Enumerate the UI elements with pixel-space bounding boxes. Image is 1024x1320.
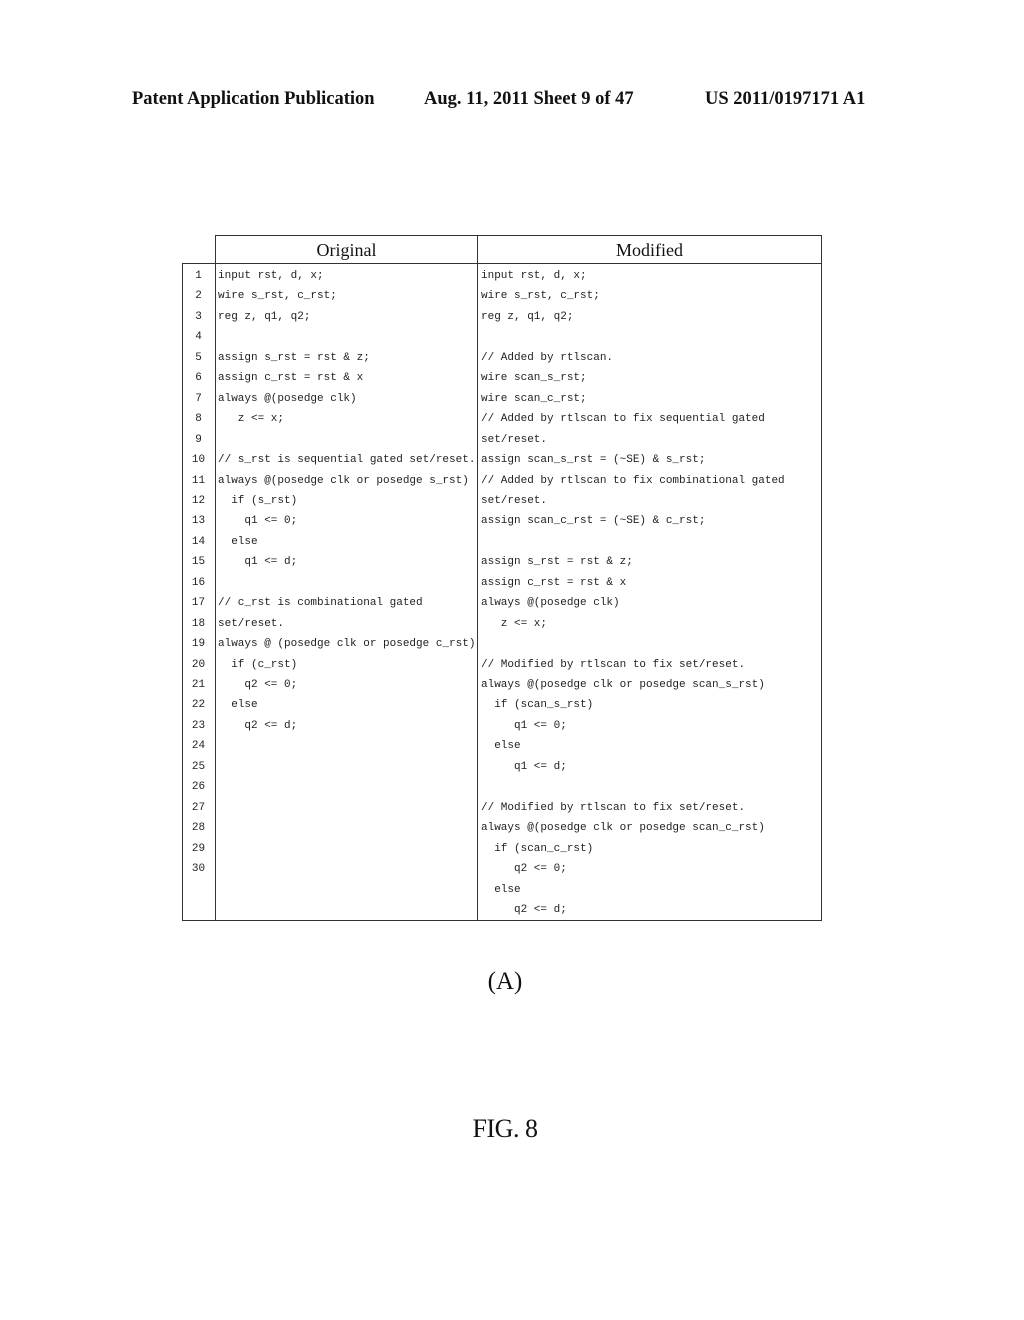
modified-code-line: wire scan_c_rst; [481, 392, 587, 405]
original-code-line: if (s_rst) [218, 494, 298, 507]
publication-title: Patent Application Publication [132, 89, 375, 109]
line-number: 16 [191, 576, 206, 589]
original-code-line: q2 <= d; [218, 719, 298, 732]
figure-label: FIG. 8 [472, 1114, 538, 1143]
line-number: 19 [191, 638, 206, 651]
modified-code-line: set/reset. [481, 494, 548, 507]
modified-code-line: assign scan_s_rst = (~SE) & s_rst; [481, 454, 706, 467]
header-bottom-border [182, 263, 822, 264]
line-number: 10 [191, 454, 206, 467]
line-number: 25 [191, 760, 206, 773]
line-number: 9 [195, 433, 202, 446]
original-code-line: wire s_rst, c_rst; [218, 290, 337, 303]
original-code-line: // c_rst is combinational gated [218, 597, 423, 610]
line-number: 23 [191, 719, 206, 732]
modified-code-line: reg z, q1, q2; [481, 310, 574, 323]
line-number: 6 [195, 372, 202, 385]
modified-code-line: // Added by rtlscan to fix combinational… [481, 474, 785, 487]
modified-code-line: q2 <= d; [481, 903, 567, 916]
line-number: 13 [191, 515, 206, 528]
original-code-line: always @(posedge clk) [218, 392, 357, 405]
modified-code-line: // Added by rtlscan. [481, 351, 614, 364]
line-number: 5 [195, 351, 202, 364]
line-number: 28 [191, 822, 206, 835]
line-number: 29 [191, 842, 206, 855]
original-code-line: q2 <= 0; [218, 679, 298, 691]
modified-code-line: set/reset. [481, 433, 548, 446]
modified-code-line: always @(posedge clk or posedge scan_c_r… [481, 822, 765, 835]
modified-code-line: // Added by rtlscan to fix sequential ga… [481, 413, 765, 426]
original-code-line: input rst, d, x; [218, 270, 324, 282]
original-code-line: else [218, 535, 258, 548]
original-code-line: // s_rst is sequential gated set/reset. [218, 454, 476, 467]
line-number: 15 [191, 556, 206, 569]
modified-code-line: // Modified by rtlscan to fix set/reset. [481, 658, 746, 671]
subfigure-label: (A) [487, 968, 523, 995]
modified-code-line: if (scan_c_rst) [481, 842, 594, 855]
line-number: 1 [195, 270, 202, 282]
modified-code-line: q1 <= d; [481, 760, 567, 773]
column-header-modified: Modified [616, 240, 683, 260]
original-code-line: z <= x; [218, 413, 285, 426]
modified-code-line: z <= x; [481, 617, 548, 630]
modified-code-line: else [481, 740, 521, 753]
linenum-divider [215, 235, 216, 921]
line-number: 30 [191, 863, 206, 876]
line-number: 22 [191, 699, 206, 712]
original-code-line: q1 <= 0; [218, 515, 298, 528]
publication-date-sheet: Aug. 11, 2011 Sheet 9 of 47 [424, 89, 634, 109]
original-code-line: q1 <= d; [218, 556, 298, 569]
line-number: 18 [191, 617, 206, 630]
line-number: 17 [191, 597, 206, 610]
modified-code-line: always @(posedge clk) [481, 597, 620, 610]
modified-code-line: q2 <= 0; [481, 863, 567, 876]
modified-code-line: wire s_rst, c_rst; [481, 290, 600, 303]
table-right-border [821, 235, 822, 921]
line-number: 12 [191, 494, 206, 507]
line-number: 8 [195, 413, 202, 426]
original-code-line: if (c_rst) [218, 658, 298, 671]
line-number: 11 [191, 474, 206, 487]
original-code-line: reg z, q1, q2; [218, 310, 311, 323]
line-number: 27 [191, 801, 206, 814]
modified-code-line: else [481, 883, 521, 896]
line-number: 4 [195, 331, 202, 344]
modified-code-line: q1 <= 0; [481, 719, 567, 732]
column-divider [477, 235, 478, 921]
modified-code-line: // Modified by rtlscan to fix set/reset. [481, 801, 746, 814]
modified-code-line: if (scan_s_rst) [481, 699, 594, 712]
publication-number: US 2011/0197171 A1 [705, 89, 866, 109]
line-number: 21 [191, 679, 206, 691]
line-number: 14 [191, 535, 206, 548]
line-number: 3 [195, 310, 202, 323]
modified-code-line: assign scan_c_rst = (~SE) & c_rst; [481, 515, 706, 528]
line-number: 2 [195, 290, 202, 303]
original-code-line: set/reset. [218, 617, 285, 630]
modified-code-line: input rst, d, x; [481, 270, 587, 282]
original-code-line: assign s_rst = rst & z; [218, 351, 370, 364]
table-bottom-border [182, 920, 822, 921]
line-number: 24 [191, 740, 206, 753]
line-number: 20 [191, 658, 206, 671]
column-header-original: Original [316, 240, 377, 260]
modified-code-line: wire scan_s_rst; [481, 372, 587, 385]
original-code-line: else [218, 699, 258, 712]
original-code-line: assign c_rst = rst & x [218, 372, 364, 385]
modified-code-line: assign s_rst = rst & z; [481, 556, 633, 569]
modified-code-line: assign c_rst = rst & x [481, 576, 627, 589]
original-code-line: always @(posedge clk or posedge s_rst) [218, 474, 469, 487]
line-number: 26 [191, 781, 206, 794]
modified-code-line: always @(posedge clk or posedge scan_s_r… [481, 679, 765, 691]
line-number: 7 [195, 392, 202, 405]
original-code-line: always @ (posedge clk or posedge c_rst) [218, 638, 476, 651]
page-header: Patent Application Publication Aug. 11, … [0, 89, 1024, 113]
